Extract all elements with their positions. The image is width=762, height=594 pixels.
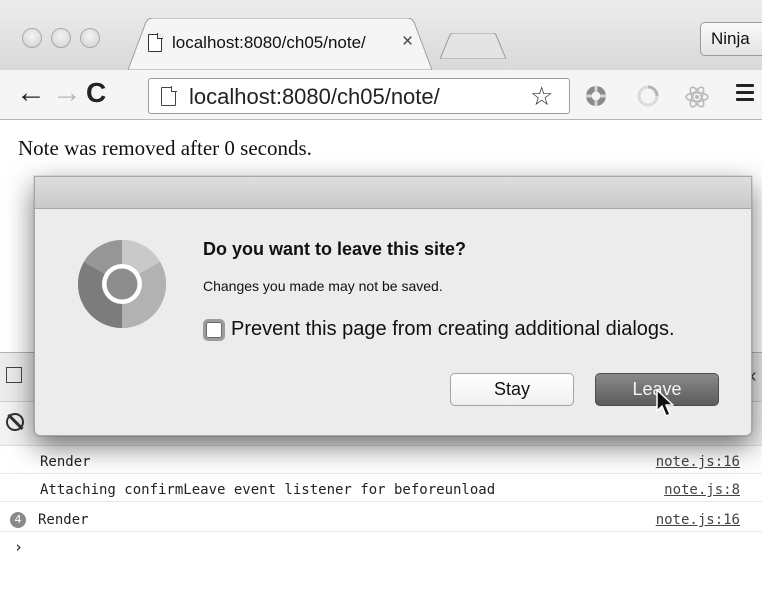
dialog-titlebar — [35, 177, 751, 209]
new-tab-button[interactable] — [439, 32, 507, 60]
console-source-link[interactable]: note.js:16 — [656, 508, 740, 532]
console-message-text: Render — [40, 454, 91, 470]
url-text[interactable]: localhost:8080/ch05/note/ — [189, 84, 440, 110]
address-bar[interactable]: localhost:8080/ch05/note/ ☆ — [148, 78, 570, 114]
clear-console-icon[interactable] — [6, 413, 24, 431]
chrome-logo-icon — [78, 240, 166, 328]
browser-toolbar: ← → C localhost:8080/ch05/note/ ☆ — [0, 70, 762, 120]
document-icon — [148, 33, 163, 52]
console-message-text: Attaching confirmLeave event listener fo… — [40, 482, 496, 498]
window-minimize-button[interactable] — [51, 28, 71, 48]
react-atom-icon[interactable] — [684, 84, 710, 110]
leave-site-dialog: Do you want to leave this site? Changes … — [34, 176, 752, 436]
back-arrow-icon[interactable]: ← — [16, 70, 46, 120]
hamburger-menu-icon[interactable] — [736, 84, 754, 102]
prevent-dialogs-checkbox[interactable] — [203, 319, 225, 341]
inspect-element-icon[interactable] — [6, 367, 22, 383]
stay-button[interactable]: Stay — [450, 373, 574, 406]
tab-close-icon[interactable]: × — [402, 31, 413, 53]
console-message: Attaching confirmLeave event listener fo… — [0, 478, 762, 502]
page-info-icon[interactable] — [161, 86, 177, 106]
console-source-link[interactable]: note.js:8 — [664, 478, 740, 502]
console-message: 4 Render note.js:16 — [0, 508, 762, 532]
dialog-title: Do you want to leave this site? — [203, 239, 467, 259]
forward-arrow-icon[interactable]: → — [52, 70, 82, 120]
mouse-pointer-icon — [656, 389, 674, 417]
console-message-text: Render — [38, 512, 89, 528]
tab-title: localhost:8080/ch05/note/ — [172, 33, 366, 52]
browser-tab-strip: localhost:8080/ch05/note/ × Ninja — [0, 0, 762, 70]
bookmark-star-icon[interactable]: ☆ — [530, 81, 553, 112]
window-close-button[interactable] — [22, 28, 42, 48]
reload-icon[interactable]: C — [86, 70, 106, 120]
window-zoom-button[interactable] — [80, 28, 100, 48]
prevent-dialogs-label[interactable]: Prevent this page from creating addition… — [231, 318, 675, 341]
spinner-icon[interactable] — [636, 84, 660, 108]
console-message: Render note.js:16 — [0, 450, 762, 474]
page-message: Note was removed after 0 seconds. — [18, 136, 312, 160]
repeat-count-badge: 4 — [10, 512, 26, 528]
console-source-link[interactable]: note.js:16 — [656, 450, 740, 474]
lifebuoy-icon[interactable] — [584, 84, 608, 108]
dialog-message: Changes you made may not be saved. — [203, 278, 443, 294]
profile-button[interactable]: Ninja — [700, 22, 762, 56]
console-prompt[interactable]: › — [14, 538, 23, 556]
